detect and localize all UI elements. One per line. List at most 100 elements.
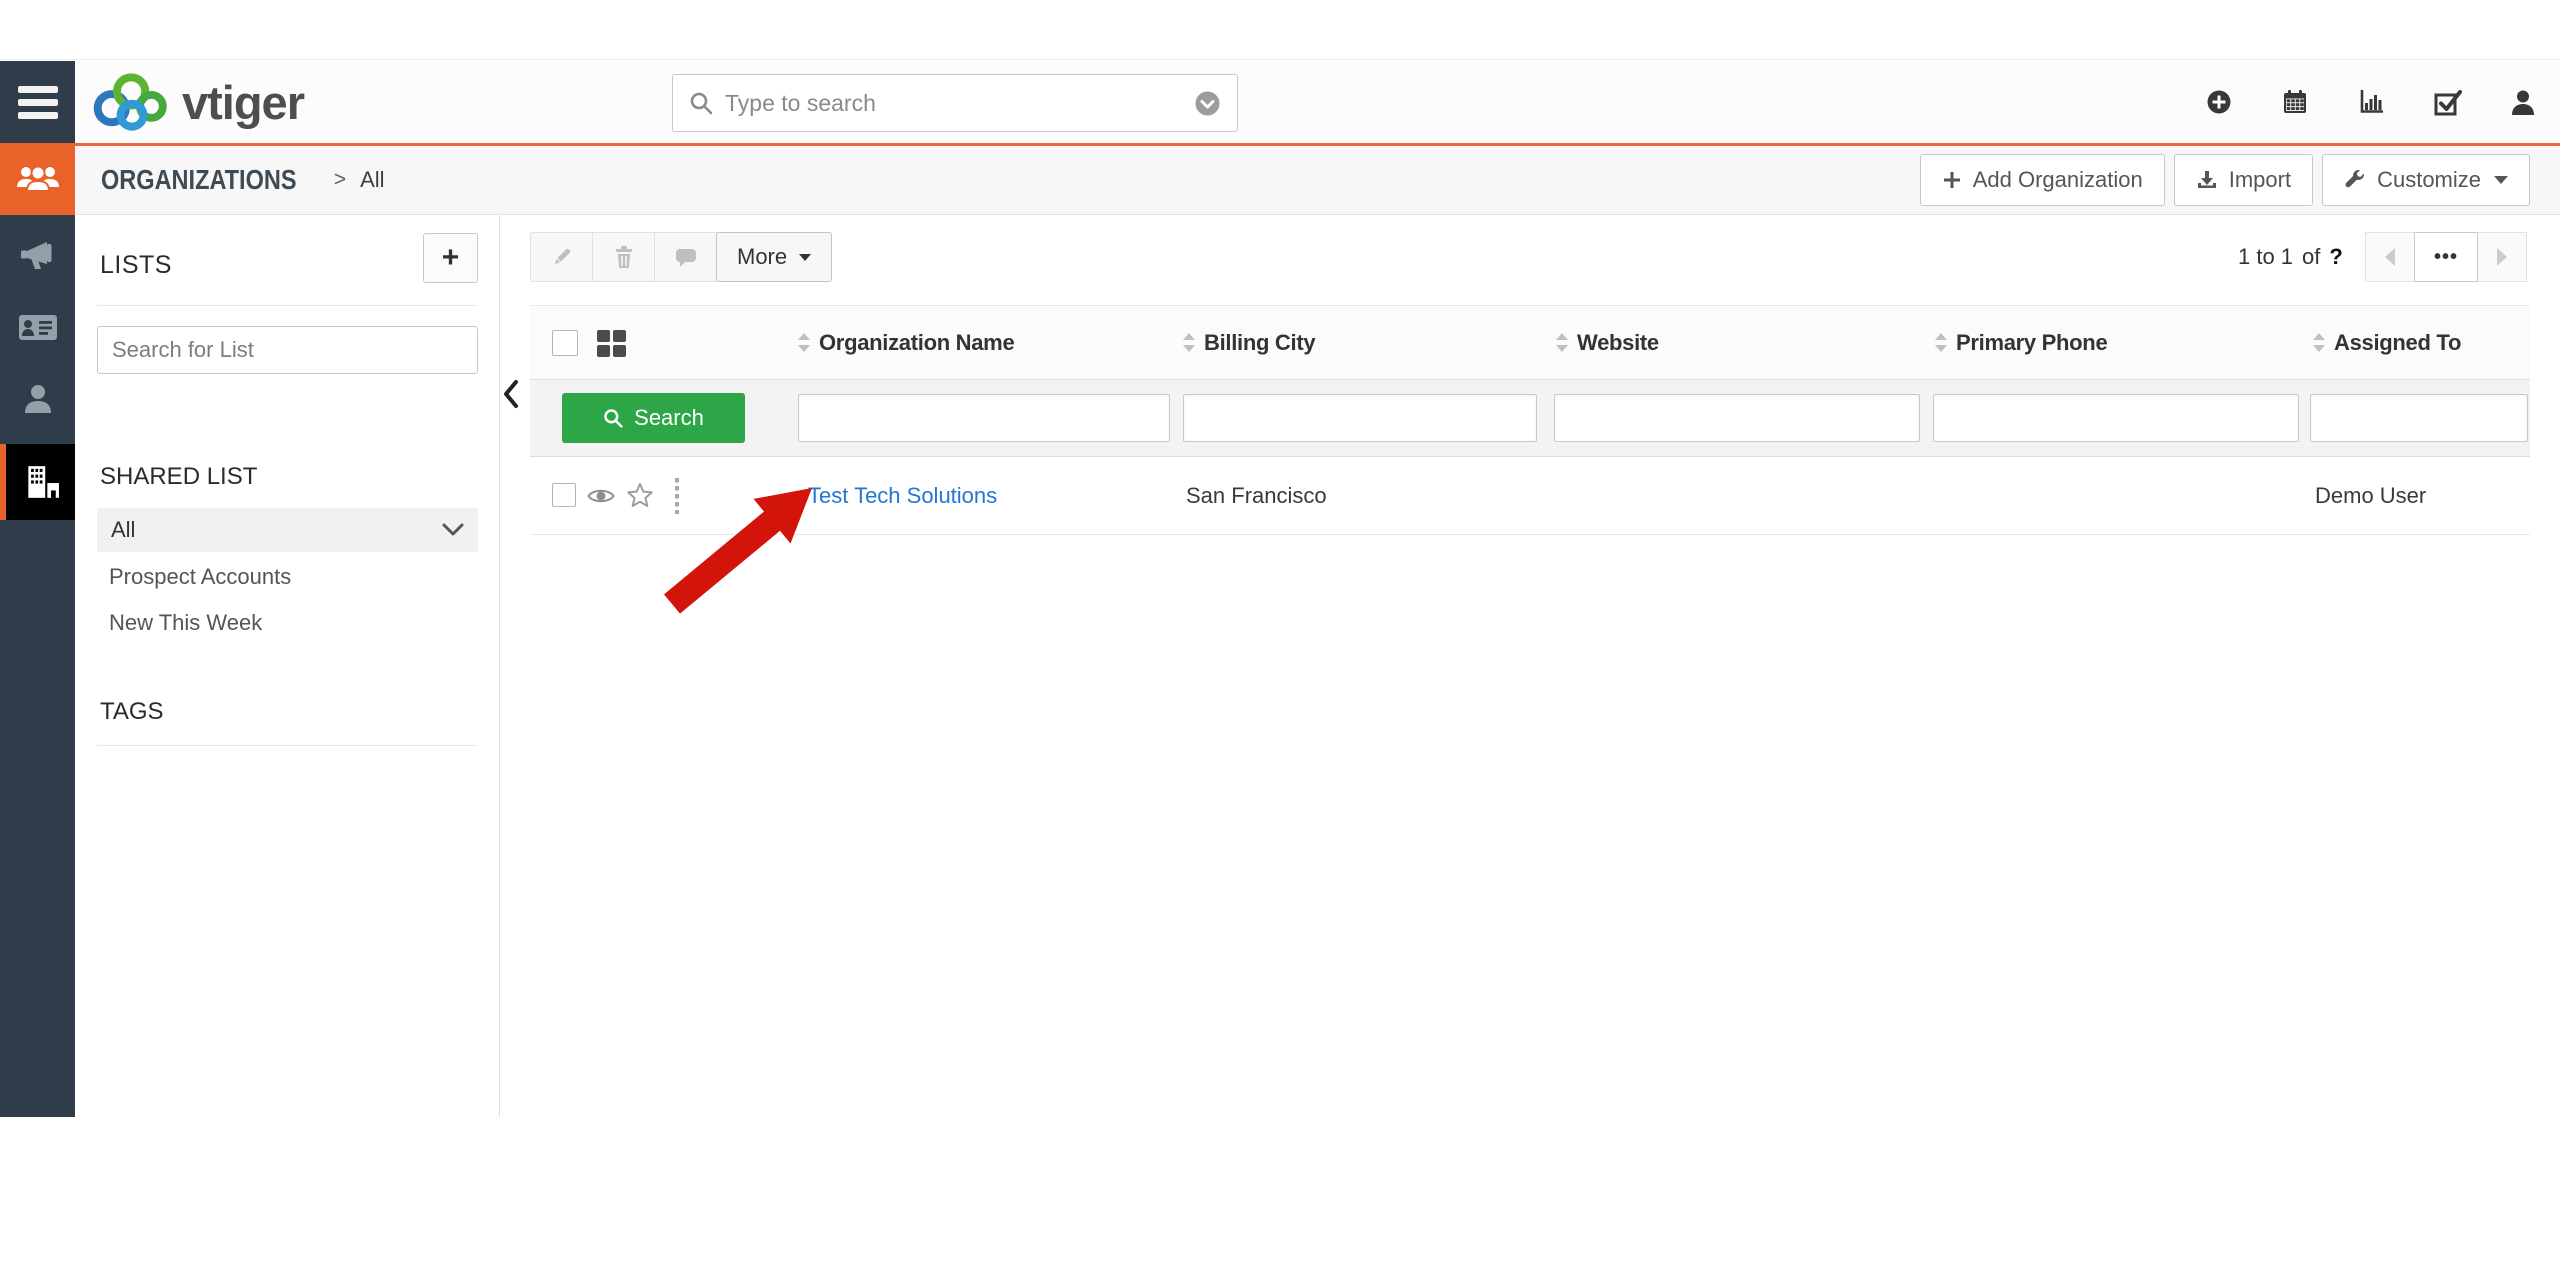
column-header-organization-name[interactable]: Organization Name [798,306,1014,379]
grid-view-icon[interactable] [597,330,626,357]
tasks-icon[interactable] [2432,87,2462,117]
shared-list-title: SHARED LIST [100,463,257,491]
megaphone-icon [19,238,57,272]
breadcrumb-module[interactable]: ORGANIZATIONS [101,164,297,196]
organization-name-link[interactable]: Test Tech Solutions [808,483,997,509]
import-button[interactable]: Import [2174,154,2313,206]
reports-icon[interactable] [2356,87,2386,117]
filter-search-button[interactable]: Search [562,393,745,443]
breadcrumb-view[interactable]: All [360,167,384,193]
filter-input-website[interactable] [1554,394,1920,442]
add-list-button[interactable]: + [423,233,478,283]
list-search-input[interactable] [97,326,478,374]
top-strip [0,0,2560,60]
chevron-down-icon [799,254,811,261]
preview-eye-icon[interactable] [587,485,615,507]
lists-title: LISTS [100,251,172,280]
person-icon [21,383,55,415]
vtiger-logo[interactable]: vtiger [88,72,304,132]
shared-list-item[interactable]: New This Week [109,607,469,639]
sort-icon [2313,333,2325,353]
column-header-assigned-to[interactable]: Assigned To [2313,306,2461,379]
header-quick-icons [2204,61,2538,143]
global-search-input[interactable] [725,90,1182,117]
module-sidebar [0,143,75,1117]
assigned-to-cell: Demo User [2315,457,2426,534]
favorite-star-icon[interactable] [626,482,654,510]
pencil-icon [551,246,573,268]
shared-list-item[interactable]: Prospect Accounts [109,561,469,593]
sidebar-item-campaigns[interactable] [0,219,75,291]
sidebar-item-contacts[interactable] [0,363,75,435]
search-scope-chevron-icon[interactable] [1194,90,1221,117]
import-download-icon [2196,169,2218,191]
column-header-primary-phone[interactable]: Primary Phone [1935,306,2107,379]
id-card-icon [18,311,58,343]
sidebar-item-organizations[interactable] [0,444,75,520]
list-toolbar: More [530,232,832,282]
brand-wordmark: vtiger [182,75,304,130]
add-organization-button[interactable]: Add Organization [1920,154,2165,206]
profile-icon[interactable] [2508,87,2538,117]
next-page-button[interactable] [2477,232,2527,282]
search-icon [689,91,713,115]
select-all-checkbox[interactable] [552,330,578,356]
table-filter-row: Search [530,380,2530,457]
column-header-website[interactable]: Website [1556,306,1659,379]
chevron-left-icon [501,379,521,409]
global-search-box [672,74,1238,132]
table-header-row: Organization Name Billing City Website P… [530,305,2530,380]
divider [97,305,478,306]
lists-panel: LISTS + SHARED LIST All Prospect Account… [75,215,500,1117]
chevron-right-icon [2497,248,2507,266]
sort-icon [798,333,810,353]
table-row: Test Tech Solutions San Francisco Demo U… [530,457,2530,535]
divider [97,745,478,746]
page-actions: Add Organization Import Customize [1920,154,2530,206]
sidebar-item-contact-cards[interactable] [0,291,75,363]
search-icon [603,408,623,428]
pagination-info: 1 to 1 of ? [2238,232,2343,282]
row-checkbox[interactable] [552,483,576,507]
sort-icon [1556,333,1568,353]
sort-icon [1935,333,1947,353]
delete-button[interactable] [592,232,655,282]
people-group-icon [16,163,60,195]
chevron-left-icon [2385,248,2395,266]
wrench-icon [2344,169,2366,191]
edit-button[interactable] [530,232,593,282]
more-button[interactable]: More [716,232,832,282]
app-header [0,61,2560,143]
breadcrumb-bar: ORGANIZATIONS > All Add Organization Imp… [75,143,2560,215]
sort-icon [1183,333,1195,353]
collapse-panel-button[interactable] [501,379,521,414]
hamburger-menu-button[interactable] [0,61,75,143]
filter-input-organization-name[interactable] [798,394,1170,442]
sidebar-item-people-group[interactable] [0,143,75,215]
pagination-range: 1 to 1 [2238,244,2293,270]
building-icon [22,464,60,500]
quick-create-icon[interactable] [2204,87,2234,117]
shared-list-selected[interactable]: All [97,508,478,552]
hamburger-icon [18,86,58,93]
row-menu-dots-icon[interactable] [674,478,680,514]
chevron-down-icon [442,523,464,537]
filter-input-assigned-to[interactable] [2310,394,2528,442]
breadcrumb-separator: > [334,168,346,192]
trash-icon [613,245,635,269]
comment-button[interactable] [654,232,717,282]
filter-input-primary-phone[interactable] [1933,394,2299,442]
vtiger-cloud-icon [88,71,176,133]
page-jump-button[interactable]: ••• [2414,232,2478,282]
vtiger-crm-window: vtiger ORGANIZATIONS > All [0,0,2560,1280]
comment-icon [674,245,698,269]
calendar-icon[interactable] [2280,87,2310,117]
pagination-total: ? [2329,244,2342,270]
column-header-billing-city[interactable]: Billing City [1183,306,1315,379]
plus-icon [1942,170,1962,190]
pagination-controls: ••• [2366,232,2527,282]
previous-page-button[interactable] [2365,232,2415,282]
filter-input-billing-city[interactable] [1183,394,1537,442]
billing-city-cell: San Francisco [1186,457,1327,534]
customize-button[interactable]: Customize [2322,154,2530,206]
